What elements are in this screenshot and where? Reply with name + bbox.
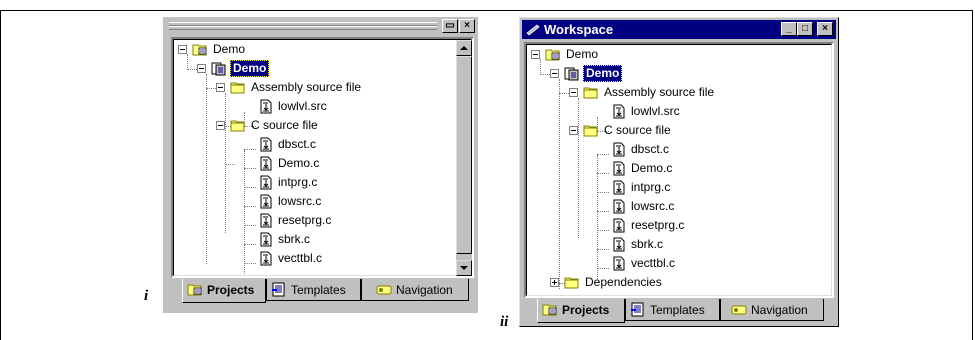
- file-icon: [611, 142, 627, 157]
- restore-button[interactable]: ▭: [442, 19, 458, 33]
- file-icon: [258, 232, 274, 247]
- tab-navigation[interactable]: Navigation: [720, 299, 824, 321]
- arrow-down-icon: [460, 266, 468, 270]
- tab-navigation[interactable]: Navigation: [361, 279, 469, 301]
- file-icon: [611, 256, 627, 271]
- scroll-down-button[interactable]: [456, 260, 472, 276]
- file-icon: [611, 180, 627, 195]
- project-tree: Demo Demo Assembly source file lowlvl.sr…: [524, 42, 834, 298]
- templates-tab-icon: [271, 282, 287, 297]
- close-button[interactable]: ×: [459, 19, 475, 33]
- vertical-scrollbar[interactable]: [456, 40, 472, 276]
- file-icon: [611, 218, 627, 233]
- minimize-button[interactable]: _: [781, 22, 797, 36]
- tab-templates[interactable]: Templates: [625, 299, 720, 321]
- file-icon: [258, 175, 274, 190]
- workspace-titlebar[interactable]: Workspace _ □ ×: [522, 20, 836, 39]
- navigation-tab-icon: [376, 282, 392, 297]
- folder-icon: [564, 275, 580, 290]
- folder-icon: [583, 123, 599, 138]
- tab-projects[interactable]: Projects: [182, 279, 266, 303]
- folder-icon: [230, 80, 246, 95]
- navigation-tab-icon: [731, 302, 747, 317]
- file-icon: [258, 137, 274, 152]
- file-icon: [258, 99, 274, 114]
- workspace-icon: [526, 24, 540, 36]
- docked-workspace-panel: ▭ × Demo Demo Assembly source file lowlv…: [163, 17, 478, 313]
- maximize-button[interactable]: □: [797, 22, 813, 36]
- panel-label-i: i: [144, 288, 149, 304]
- folder-icon: [230, 118, 246, 133]
- close-button[interactable]: ×: [817, 22, 833, 36]
- file-icon: [611, 161, 627, 176]
- project-tree: Demo Demo Assembly source file lowlvl.sr…: [171, 37, 474, 278]
- workspace-window: Workspace _ □ × Demo Demo Assembly sourc…: [519, 17, 839, 327]
- file-icon: [258, 251, 274, 266]
- file-icon: [611, 237, 627, 252]
- project-icon: [211, 61, 227, 76]
- file-icon: [258, 156, 274, 171]
- panel-label-ii: ii: [500, 314, 509, 330]
- project-icon: [564, 66, 580, 81]
- workspace-icon: [545, 47, 561, 62]
- file-icon: [611, 199, 627, 214]
- arrow-up-icon: [460, 46, 468, 50]
- scroll-thumb[interactable]: [456, 56, 472, 254]
- file-icon: [258, 213, 274, 228]
- tab-templates[interactable]: Templates: [266, 279, 361, 301]
- tab-projects[interactable]: Projects: [537, 299, 625, 323]
- templates-tab-icon: [630, 302, 646, 317]
- projects-tab-icon: [542, 302, 558, 317]
- file-icon: [258, 194, 274, 209]
- file-icon: [611, 104, 627, 119]
- projects-tab-icon: [187, 282, 203, 297]
- scroll-up-button[interactable]: [456, 40, 472, 56]
- workspace-icon: [192, 42, 208, 57]
- folder-icon: [583, 85, 599, 100]
